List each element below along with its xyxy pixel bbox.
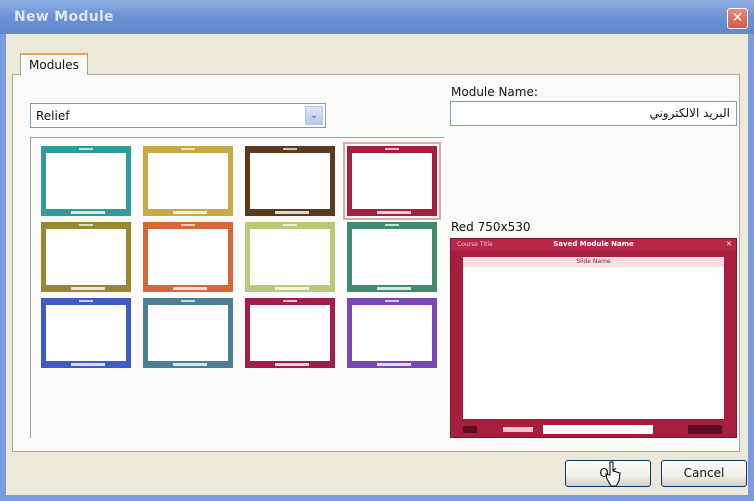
preview-nav-controls bbox=[688, 425, 722, 434]
thumbnail-footer-bar bbox=[173, 211, 207, 214]
thumbnail-footer-bar bbox=[377, 287, 411, 290]
thumbnail-footer-bar bbox=[71, 287, 105, 290]
module-name-input[interactable]: البريد الالكتروني bbox=[450, 101, 737, 126]
theme-thumbnail-gold[interactable] bbox=[143, 146, 233, 216]
title-bar[interactable]: New Module ✕ bbox=[0, 0, 754, 34]
thumbnail-content bbox=[250, 229, 330, 285]
thumbnail-footer-bar bbox=[71, 363, 105, 366]
thumbnail-title-bar bbox=[385, 148, 399, 150]
theme-thumbnail-teal[interactable] bbox=[41, 146, 131, 216]
preview-slide-band: Slide Name bbox=[463, 257, 724, 267]
close-icon: ✕ bbox=[731, 10, 744, 26]
thumbnail-content bbox=[46, 305, 126, 361]
window-title: New Module bbox=[14, 9, 114, 25]
thumbnail-footer-bar bbox=[275, 363, 309, 366]
thumbnail-content bbox=[46, 153, 126, 209]
tab-modules[interactable]: Modules bbox=[20, 53, 88, 75]
thumbnail-title-bar bbox=[79, 148, 93, 150]
theme-thumbnail-brown[interactable] bbox=[245, 146, 335, 216]
theme-dropdown[interactable]: Relief ⌄ bbox=[30, 103, 326, 128]
mouse-pointer-icon bbox=[605, 461, 621, 487]
thumbnail-title-bar bbox=[181, 148, 195, 150]
thumbnail-footer-bar bbox=[71, 211, 105, 214]
preview-title: Saved Module Name bbox=[553, 240, 634, 248]
preview-close-icon: ✕ bbox=[726, 240, 732, 248]
preview-progress-label bbox=[503, 427, 533, 432]
thumbnail-footer-bar bbox=[377, 211, 411, 214]
thumbnail-title-bar bbox=[79, 224, 93, 226]
theme-thumbnail-green[interactable] bbox=[347, 222, 437, 292]
theme-thumbnail-red[interactable] bbox=[343, 142, 441, 220]
thumbnail-content bbox=[352, 229, 432, 285]
thumbnail-content bbox=[352, 305, 432, 361]
preview-prev-control bbox=[463, 426, 477, 433]
thumbnail-title-bar bbox=[283, 300, 297, 302]
thumbnail-content bbox=[250, 305, 330, 361]
theme-preview: Course Title Saved Module Name ✕ Slide N… bbox=[450, 238, 737, 438]
module-name-label: Module Name: bbox=[451, 85, 538, 99]
theme-thumbnail-lime[interactable] bbox=[245, 222, 335, 292]
thumbnail-title-bar bbox=[79, 300, 93, 302]
thumbnail-content bbox=[148, 229, 228, 285]
thumbnail-footer-bar bbox=[173, 363, 207, 366]
theme-dropdown-value: Relief bbox=[36, 109, 70, 123]
cancel-button[interactable]: Cancel bbox=[661, 460, 747, 487]
preview-caption: Red 750x530 bbox=[451, 220, 531, 234]
thumbnail-title-bar bbox=[283, 224, 297, 226]
theme-thumbnail-slate[interactable] bbox=[143, 298, 233, 368]
preview-body: Slide Name bbox=[463, 257, 724, 419]
preview-progress-bar bbox=[543, 425, 653, 434]
thumbnail-footer-bar bbox=[173, 287, 207, 290]
theme-thumbnail-purple[interactable] bbox=[347, 298, 437, 368]
thumbnail-footer-bar bbox=[275, 211, 309, 214]
close-button[interactable]: ✕ bbox=[727, 8, 748, 29]
theme-thumbnail-orange[interactable] bbox=[143, 222, 233, 292]
theme-grid[interactable] bbox=[30, 138, 445, 438]
theme-thumbnail-olive[interactable] bbox=[41, 222, 131, 292]
thumbnail-footer-bar bbox=[377, 363, 411, 366]
thumbnail-content bbox=[148, 153, 228, 209]
thumbnail-content bbox=[250, 153, 330, 209]
thumbnail-title-bar bbox=[181, 300, 195, 302]
preview-header: Course Title Saved Module Name ✕ bbox=[451, 239, 736, 251]
preview-footer bbox=[451, 421, 736, 437]
chevron-down-icon[interactable]: ⌄ bbox=[305, 106, 323, 125]
thumbnail-footer-bar bbox=[275, 287, 309, 290]
thumbnail-title-bar bbox=[283, 148, 297, 150]
thumbnail-content bbox=[352, 153, 432, 209]
thumbnail-content bbox=[148, 305, 228, 361]
thumbnail-title-bar bbox=[385, 224, 399, 226]
thumbnail-content bbox=[46, 229, 126, 285]
theme-thumbnail-crimson[interactable] bbox=[245, 298, 335, 368]
thumbnail-title-bar bbox=[181, 224, 195, 226]
thumbnail-title-bar bbox=[385, 300, 399, 302]
theme-thumbnail-blue[interactable] bbox=[41, 298, 131, 368]
